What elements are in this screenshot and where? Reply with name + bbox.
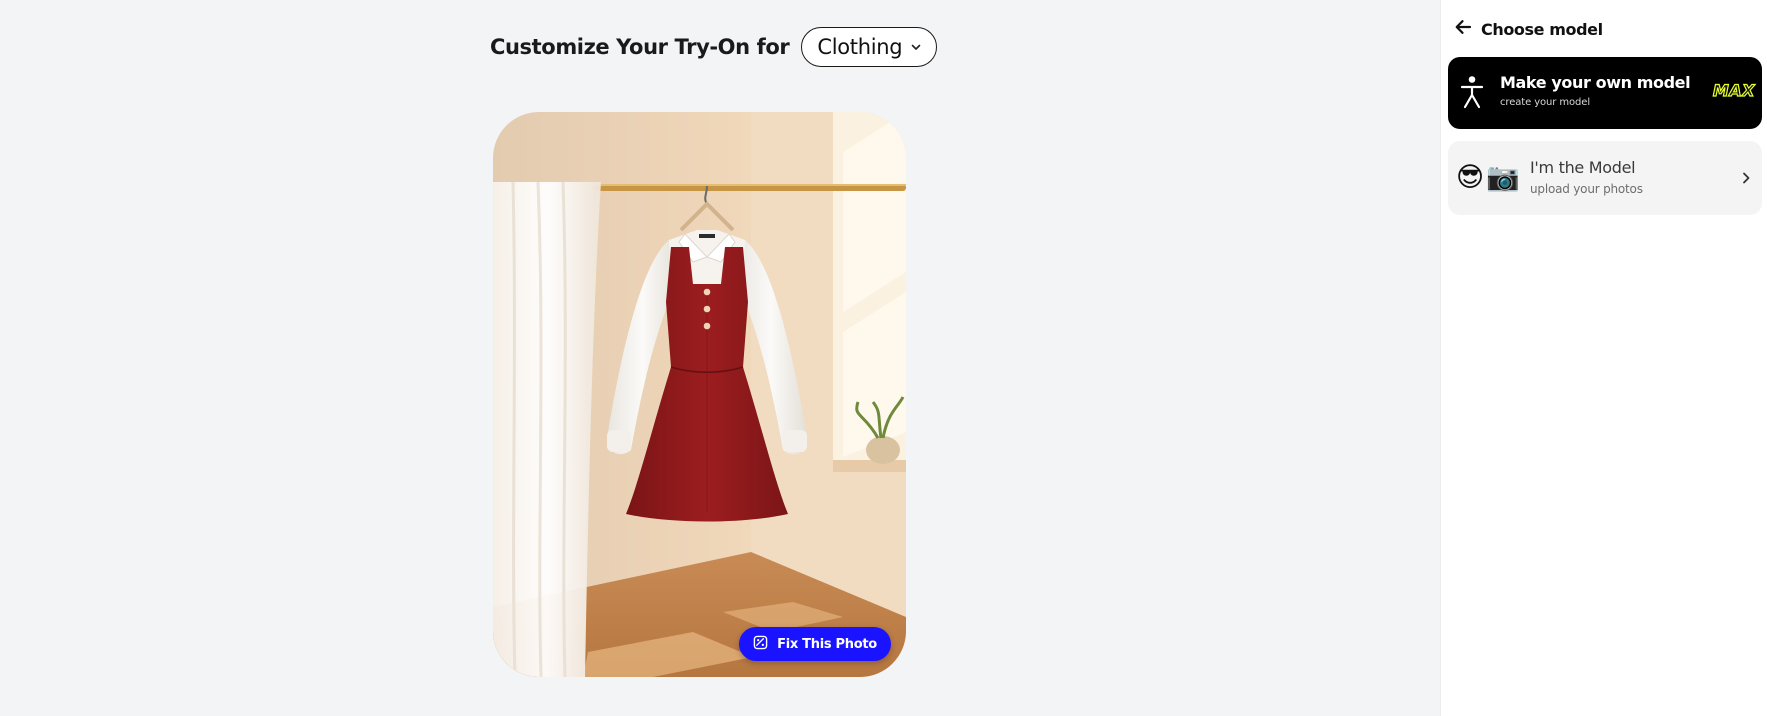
category-select-value: Clothing [817,35,903,59]
make-own-model-option[interactable]: Make your own model create your model MA… [1448,57,1762,129]
back-button[interactable]: Choose model [1453,16,1603,42]
panel-title: Choose model [1481,19,1603,39]
main-area: Customize Your Try-On for Clothing Fix T… [0,0,1440,716]
chevron-right-icon [1740,170,1752,189]
im-the-model-option[interactable]: 😎📷 I'm the Model upload your photos [1448,141,1762,215]
garment-photo [493,112,906,677]
choose-model-panel: Choose model Make your own model create … [1440,0,1767,716]
fix-photo-button[interactable]: Fix This Photo [739,627,891,661]
sunglasses-camera-emoji: 😎📷 [1456,162,1522,193]
page-heading: Customize Your Try-On for [490,35,790,59]
option-title: Make your own model [1500,73,1691,92]
image-fix-icon [753,635,768,654]
arrow-left-icon [1453,17,1473,41]
option-title: I'm the Model [1530,158,1636,177]
category-select[interactable]: Clothing [801,27,938,67]
heading-row: Customize Your Try-On for Clothing [490,27,938,67]
person-figure-icon [1459,75,1485,113]
chevron-down-icon [910,38,922,57]
option-subtitle: create your model [1500,97,1591,108]
option-subtitle: upload your photos [1530,182,1643,196]
max-badge: MAX [1712,80,1755,100]
fix-photo-label: Fix This Photo [777,636,877,652]
